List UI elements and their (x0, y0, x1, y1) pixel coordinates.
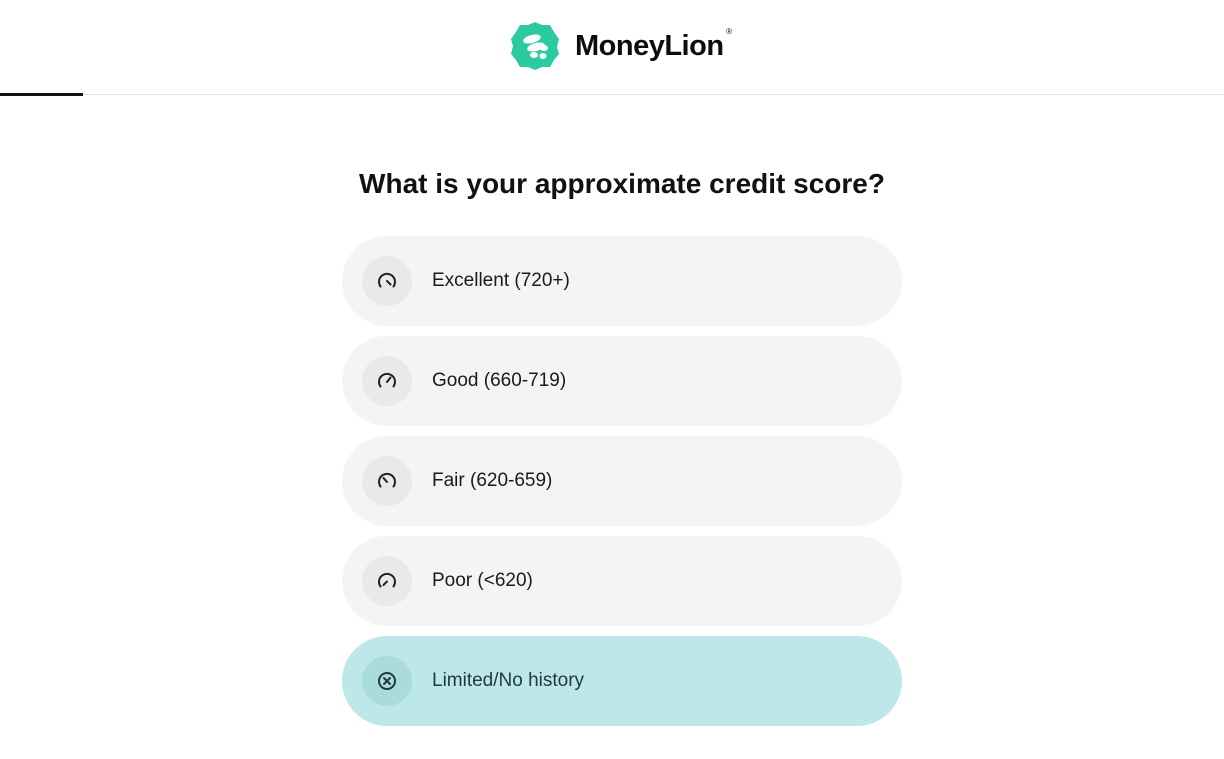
credit-score-options: Excellent (720+) Good (660-719) Fair (62… (342, 236, 902, 736)
option-good[interactable]: Good (660-719) (342, 336, 902, 426)
option-label: Excellent (720+) (432, 270, 570, 291)
gauge-low-icon (362, 556, 412, 606)
gauge-good-icon (362, 356, 412, 406)
gauge-high-icon (362, 256, 412, 306)
option-limited-no-history[interactable]: Limited/No history (342, 636, 902, 726)
gauge-fair-icon (362, 456, 412, 506)
option-label: Poor (<620) (432, 570, 533, 591)
option-label: Fair (620-659) (432, 470, 553, 491)
option-poor[interactable]: Poor (<620) (342, 536, 902, 626)
question-title: What is your approximate credit score? (359, 168, 885, 199)
brand-logo[interactable]: MoneyLion ® (510, 20, 732, 72)
moneylion-logo-icon (511, 22, 559, 70)
option-excellent[interactable]: Excellent (720+) (342, 236, 902, 326)
header: MoneyLion ® (0, 0, 1224, 96)
circle-x-icon (362, 656, 412, 706)
option-label: Limited/No history (432, 670, 585, 691)
progress-bar (0, 93, 84, 96)
brand-name-text: MoneyLion (575, 29, 724, 62)
option-fair[interactable]: Fair (620-659) (342, 436, 902, 526)
option-label: Good (660-719) (432, 370, 567, 391)
registered-mark: ® (726, 26, 732, 36)
brand-name: MoneyLion ® (575, 27, 732, 63)
